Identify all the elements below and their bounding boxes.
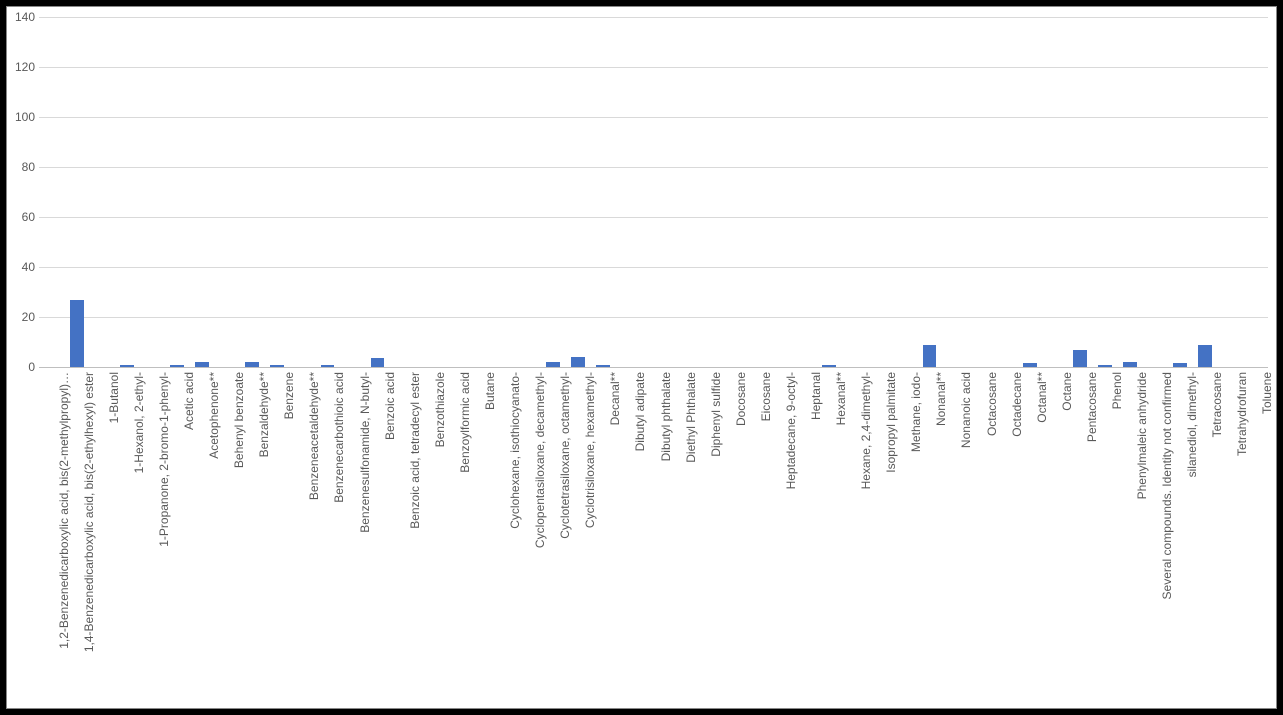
x-tick-label: Decanal** xyxy=(608,372,622,425)
x-tick-label: Octane xyxy=(1060,372,1074,411)
bar xyxy=(371,358,385,367)
x-tick-label: Cyclohexane, isothiocyanato- xyxy=(508,372,522,529)
x-tick-label: Benzeneacetaldehyde** xyxy=(307,372,321,500)
bar xyxy=(546,362,560,367)
x-tick-label: Cyclotrisiloxane, hexamethyl- xyxy=(583,372,597,528)
x-tick-label: 1,4-Benzenedicarboxylic acid, bis(2-ethy… xyxy=(82,372,96,652)
x-tick-label: Phenol xyxy=(1110,372,1124,409)
x-tick-label: Docosane xyxy=(734,372,748,426)
x-tick-label: Benzoic acid, tetradecyl ester xyxy=(408,372,422,529)
bar xyxy=(195,362,209,367)
y-tick-label: 60 xyxy=(11,210,35,224)
x-tick-label: Benzaldehyde** xyxy=(257,372,271,457)
y-tick-label: 100 xyxy=(11,110,35,124)
x-tick-label: Heptadecane, 9-octyl- xyxy=(784,372,798,489)
x-tick-label: Toluene xyxy=(1260,372,1274,414)
bar xyxy=(120,365,134,368)
y-tick-label: 0 xyxy=(11,360,35,374)
bar xyxy=(70,300,84,368)
y-tick-label: 120 xyxy=(11,60,35,74)
x-tick-label: Nonanoic acid xyxy=(959,372,973,448)
x-tick-label: Cyclopentasiloxane, decamethyl- xyxy=(533,372,547,548)
bar xyxy=(596,365,610,368)
y-tick-label: 20 xyxy=(11,310,35,324)
bar xyxy=(822,365,836,368)
x-tick-label: Heptanal xyxy=(809,372,823,420)
x-tick-label: Isopropyl palmitate xyxy=(884,372,898,473)
bar xyxy=(1198,345,1212,368)
x-tick-label: silanediol, dimethyl- xyxy=(1185,372,1199,477)
x-axis-labels: 1,2-Benzenedicarboxylic acid, bis(2-meth… xyxy=(39,372,1268,702)
x-tick-label: 1-Propanone, 2-bromo-1-phenyl- xyxy=(157,372,171,547)
x-tick-label: 1-Hexanol, 2-ethyl- xyxy=(132,372,146,473)
x-tick-label: Benzoic acid xyxy=(383,372,397,440)
bar xyxy=(245,362,259,367)
y-tick-label: 80 xyxy=(11,160,35,174)
x-tick-label: Tetracosane xyxy=(1210,372,1224,437)
x-tick-label: Several compounds. Identity not confirme… xyxy=(1160,372,1174,599)
bar xyxy=(1173,363,1187,367)
x-tick-label: Diphenyl sulfide xyxy=(709,372,723,457)
bar xyxy=(1023,363,1037,367)
x-tick-label: Benzenesulfonamide, N-butyl- xyxy=(358,372,372,533)
x-tick-label: Dibutyl adipate xyxy=(633,372,647,451)
bar xyxy=(1123,362,1137,367)
x-tick-label: Tetrahydrofuran xyxy=(1235,372,1249,456)
x-tick-label: Acetophenone** xyxy=(207,372,221,459)
x-tick-label: Cyclotetrasiloxane, octamethyl- xyxy=(558,372,572,539)
y-tick-label: 140 xyxy=(11,10,35,24)
x-tick-label: Behenyl benzoate xyxy=(232,372,246,468)
x-tick-label: Butane xyxy=(483,372,497,410)
x-tick-label: Octanal** xyxy=(1035,372,1049,423)
y-tick-label: 40 xyxy=(11,260,35,274)
gridline xyxy=(39,367,1268,368)
x-tick-label: Diethyl Phthalate xyxy=(684,372,698,463)
x-tick-label: Benzene xyxy=(282,372,296,419)
plot-area: 020406080100120140 xyxy=(39,17,1268,367)
bar xyxy=(923,345,937,368)
bar xyxy=(1098,365,1112,368)
bar xyxy=(1073,350,1087,368)
chart-frame: 020406080100120140 1,2-Benzenedicarboxyl… xyxy=(6,6,1277,709)
x-tick-label: Benzothiazole xyxy=(433,372,447,447)
bar-series xyxy=(39,17,1268,367)
bar xyxy=(321,365,335,368)
bar xyxy=(270,365,284,368)
x-tick-label: Hexanal** xyxy=(834,372,848,425)
bar xyxy=(170,365,184,368)
x-tick-label: 1,2-Benzenedicarboxylic acid, bis(2-meth… xyxy=(57,372,71,649)
x-tick-label: Hexane, 2,4-dimethyl- xyxy=(859,372,873,489)
x-tick-label: Acetic acid xyxy=(182,372,196,430)
x-tick-label: Benzenecarbothioic acid xyxy=(332,372,346,503)
x-tick-label: Nonanal** xyxy=(934,372,948,426)
x-tick-label: Phenylmaleic anhydride xyxy=(1135,372,1149,499)
x-tick-label: Benzoylformic acid xyxy=(458,372,472,473)
x-tick-label: Eicosane xyxy=(759,372,773,421)
x-tick-label: Pentacosane xyxy=(1085,372,1099,442)
x-tick-label: 1-Butanol xyxy=(107,372,121,423)
x-tick-label: Dibutyl phthalate xyxy=(659,372,673,461)
x-tick-label: Methane, iodo- xyxy=(909,372,923,452)
x-tick-label: Octadecane xyxy=(1010,372,1024,437)
x-tick-label: Octacosane xyxy=(985,372,999,436)
bar xyxy=(571,357,585,367)
